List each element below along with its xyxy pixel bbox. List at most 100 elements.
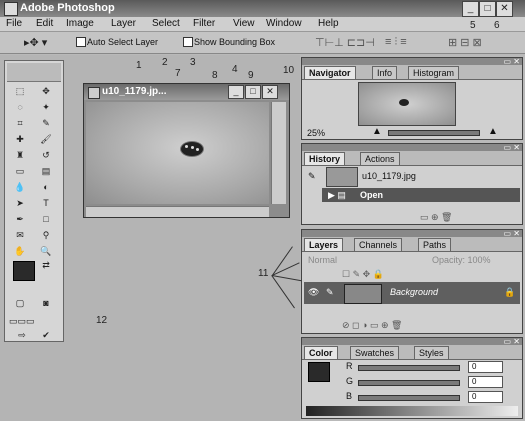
jump-to-icon[interactable]: ✔ — [39, 329, 53, 341]
move-tool-preset-icon[interactable]: ▸✥ ▾ — [24, 36, 47, 49]
bounding-box-checkbox[interactable] — [183, 37, 193, 47]
callout-9: 9 — [248, 70, 254, 81]
eraser-tool-icon[interactable]: ▭ — [13, 165, 27, 177]
tab-info[interactable]: Info — [372, 66, 398, 79]
magic-wand-icon[interactable]: ✦ — [39, 101, 53, 113]
tab-color[interactable]: Color — [304, 346, 338, 359]
tab-swatches[interactable]: Swatches — [350, 346, 400, 359]
navigator-zoom-slider[interactable] — [388, 130, 480, 136]
channel-b-slider[interactable] — [358, 395, 460, 401]
path-selection-icon[interactable]: ➤ — [13, 197, 27, 209]
app-title: Adobe Photoshop — [20, 2, 115, 14]
close-button[interactable]: ✕ — [496, 1, 513, 17]
channel-r-value[interactable]: 0 — [468, 361, 503, 373]
healing-brush-icon[interactable]: ✚ — [13, 133, 27, 145]
menu-help[interactable]: Help — [318, 18, 339, 29]
swap-colors-icon[interactable]: ⇄ — [39, 259, 53, 271]
marquee-tool-icon[interactable]: ⬚ — [13, 85, 27, 97]
menu-file[interactable]: File — [6, 18, 22, 29]
bounding-box-label: Show Bounding Box — [194, 37, 276, 47]
channel-g-label: G — [346, 376, 354, 386]
history-state-label: Open — [360, 190, 384, 200]
brush-tool-icon[interactable]: 🖌 — [39, 133, 53, 145]
quickmask-mode-icon[interactable]: ◙ — [39, 297, 53, 309]
hand-tool-icon[interactable]: ✋ — [13, 245, 27, 257]
color-fg-swatch[interactable] — [308, 362, 330, 382]
channel-g-slider[interactable] — [358, 380, 460, 386]
brush-source-icon[interactable]: ✎ — [308, 171, 316, 182]
pen-tool-icon[interactable]: ✒ — [13, 213, 27, 225]
tab-history[interactable]: History — [304, 152, 346, 165]
auto-select-checkbox[interactable] — [76, 37, 86, 47]
move-tool-icon[interactable]: ✥ — [39, 85, 53, 97]
tab-channels[interactable]: Channels — [354, 238, 403, 251]
horizontal-scrollbar[interactable] — [86, 206, 269, 217]
screen-mode-icons[interactable]: ▭▭▭ — [9, 315, 35, 327]
navigator-tabs: Navigator Info Histogram — [302, 65, 522, 80]
type-tool-icon[interactable]: T — [39, 197, 53, 209]
blend-mode-select[interactable]: Normal — [308, 255, 337, 265]
history-brush-icon[interactable]: ↺ — [39, 149, 53, 161]
color-tabs: Color Swatches Styles — [302, 345, 522, 360]
standard-mode-icon[interactable]: ▢ — [13, 297, 27, 309]
tab-navigator[interactable]: Navigator — [304, 66, 356, 79]
distribute-icons[interactable]: ≡ ⫶ ≡ — [385, 36, 407, 49]
menu-window[interactable]: Window — [266, 18, 302, 29]
snapshot-name[interactable]: u10_1179.jpg — [362, 171, 416, 181]
slice-tool-icon[interactable]: ✎ — [39, 117, 53, 129]
vertical-scrollbar[interactable] — [271, 102, 286, 204]
tab-actions[interactable]: Actions — [360, 152, 400, 165]
crop-tool-icon[interactable]: ⌗ — [13, 117, 27, 129]
doc-maximize-button[interactable]: □ — [245, 85, 261, 99]
lock-icons[interactable]: ☐ ✎ ✥ 🔒 — [342, 269, 384, 280]
menu-view[interactable]: View — [233, 18, 255, 29]
history-state-row[interactable]: ▶ ▤ Open — [322, 188, 520, 202]
navigator-thumbnail[interactable] — [358, 82, 456, 126]
tab-layers[interactable]: Layers — [304, 238, 344, 251]
zoom-out-icon[interactable]: ▲ — [372, 126, 382, 137]
menu-edit[interactable]: Edit — [36, 18, 53, 29]
image-canvas[interactable] — [86, 102, 269, 204]
gradient-tool-icon[interactable]: ▤ — [39, 165, 53, 177]
eyedropper-icon[interactable]: ⚲ — [39, 229, 53, 241]
tab-styles[interactable]: Styles — [414, 346, 449, 359]
channel-g-value[interactable]: 0 — [468, 376, 503, 388]
clone-stamp-icon[interactable]: ♜ — [13, 149, 27, 161]
lasso-tool-icon[interactable]: ◌ — [13, 101, 27, 113]
panel-grip: ▭ ✕ — [302, 229, 522, 238]
menu-image[interactable]: Image — [66, 18, 94, 29]
color-ramp[interactable] — [306, 406, 518, 416]
channel-r-label: R — [346, 361, 353, 371]
zoom-tool-icon[interactable]: 🔍 — [39, 245, 53, 257]
doc-close-button[interactable]: ✕ — [262, 85, 278, 99]
menu-select[interactable]: Select — [152, 18, 180, 29]
history-footer-icons[interactable]: ▭ ⊕ 🗑 — [420, 212, 452, 223]
layer-row-background[interactable]: 👁 ✎ Background 🔒 — [304, 282, 520, 304]
minimize-button[interactable]: _ — [462, 1, 479, 17]
layers-footer-icons[interactable]: ⊘ ◻ ◑ ▭ ⊕ 🗑 — [342, 320, 402, 331]
dodge-tool-icon[interactable]: ◐ — [39, 181, 53, 193]
app-title-bar: Adobe Photoshop _ □ ✕ — [0, 0, 525, 17]
opacity-field[interactable]: Opacity: 100% — [432, 255, 491, 265]
visibility-eye-icon[interactable]: 👁 — [308, 287, 319, 298]
callout-2: 2 — [162, 57, 168, 68]
align-icons[interactable]: ⊤⊢⊥ ⊏⊐⊣ — [315, 36, 375, 49]
callout-1: 1 — [136, 60, 142, 71]
blur-tool-icon[interactable]: 💧 — [13, 181, 27, 193]
shape-tool-icon[interactable]: □ — [39, 213, 53, 225]
doc-minimize-button[interactable]: _ — [228, 85, 244, 99]
navigator-panel: ▭ ✕ Navigator Info Histogram 25% ▲ ▲ — [301, 57, 523, 140]
notes-tool-icon[interactable]: ✉ — [13, 229, 27, 241]
foreground-color-swatch[interactable] — [13, 261, 35, 281]
more-distribute-icons[interactable]: ⊞ ⊟ ⊠ — [448, 36, 482, 49]
channel-b-value[interactable]: 0 — [468, 391, 503, 403]
zoom-in-icon[interactable]: ▲ — [488, 126, 498, 137]
tab-histogram[interactable]: Histogram — [408, 66, 460, 79]
channel-r-slider[interactable] — [358, 365, 460, 371]
menu-layer[interactable]: Layer — [111, 18, 136, 29]
navigator-zoom[interactable]: 25% — [307, 128, 325, 138]
menu-filter[interactable]: Filter — [193, 18, 215, 29]
tab-paths[interactable]: Paths — [418, 238, 452, 251]
maximize-button[interactable]: □ — [479, 1, 496, 17]
imageready-icon[interactable]: ⇨ — [15, 329, 29, 341]
